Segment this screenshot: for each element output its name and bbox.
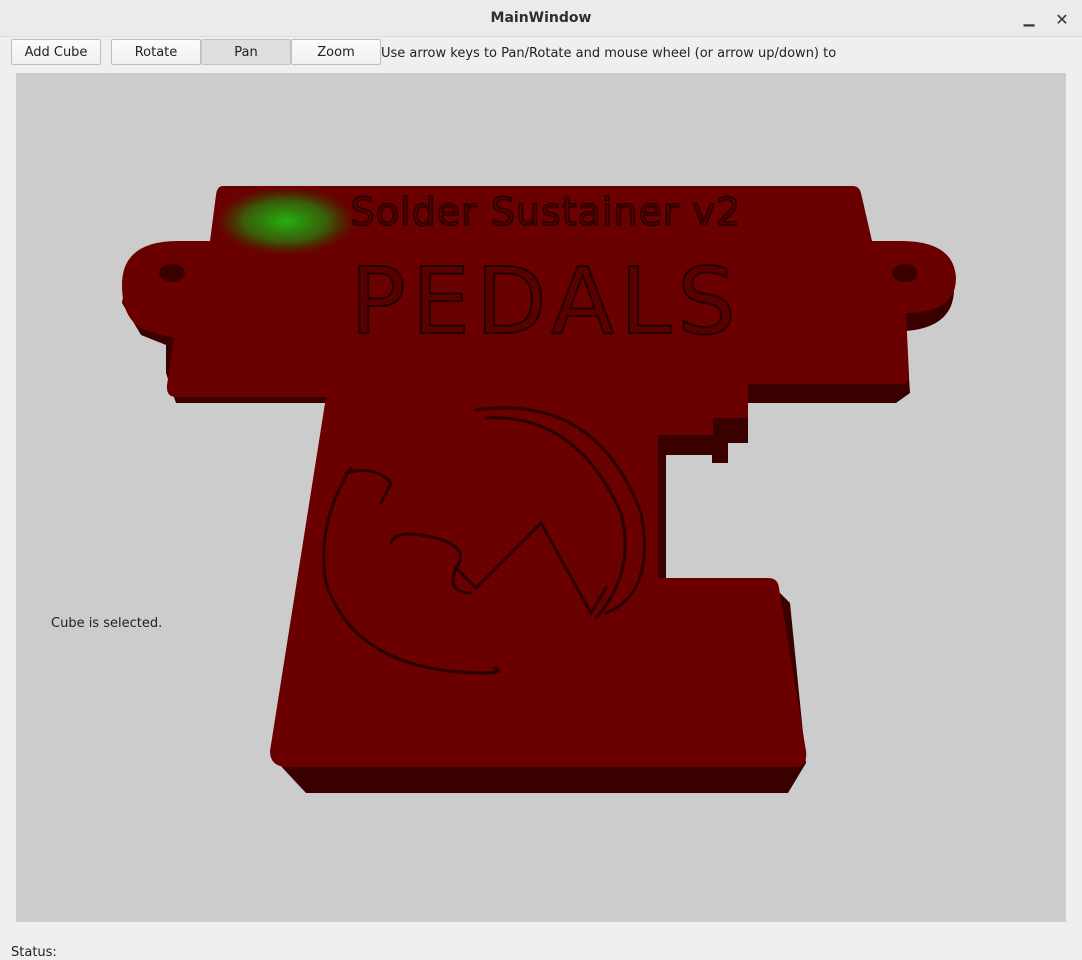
pan-button[interactable]: Pan <box>201 39 291 65</box>
model-render: Solder Sustainer v2 PEDALS <box>122 186 956 793</box>
controls-hint: Use arrow keys to Pan/Rotate and mouse w… <box>381 46 837 61</box>
minimize-icon[interactable]: ▁ <box>1018 8 1040 30</box>
status-label: Status: <box>11 945 57 960</box>
close-icon[interactable]: ✕ <box>1051 8 1073 30</box>
left-hole <box>159 264 185 282</box>
rotate-button[interactable]: Rotate <box>111 39 201 65</box>
window-title: MainWindow <box>490 10 592 26</box>
zoom-button[interactable]: Zoom <box>291 39 381 65</box>
3d-viewport[interactable]: Solder Sustainer v2 PEDALS Cube is selec… <box>16 73 1066 922</box>
model-text-main: PEDALS <box>350 248 741 355</box>
title-bar: MainWindow ▁ ✕ <box>0 0 1082 37</box>
selection-status: Cube is selected. <box>51 616 163 631</box>
add-cube-button[interactable]: Add Cube <box>11 39 101 65</box>
model-text-top: Solder Sustainer v2 <box>351 190 742 234</box>
right-hole <box>892 264 918 282</box>
selection-highlight <box>216 187 356 255</box>
